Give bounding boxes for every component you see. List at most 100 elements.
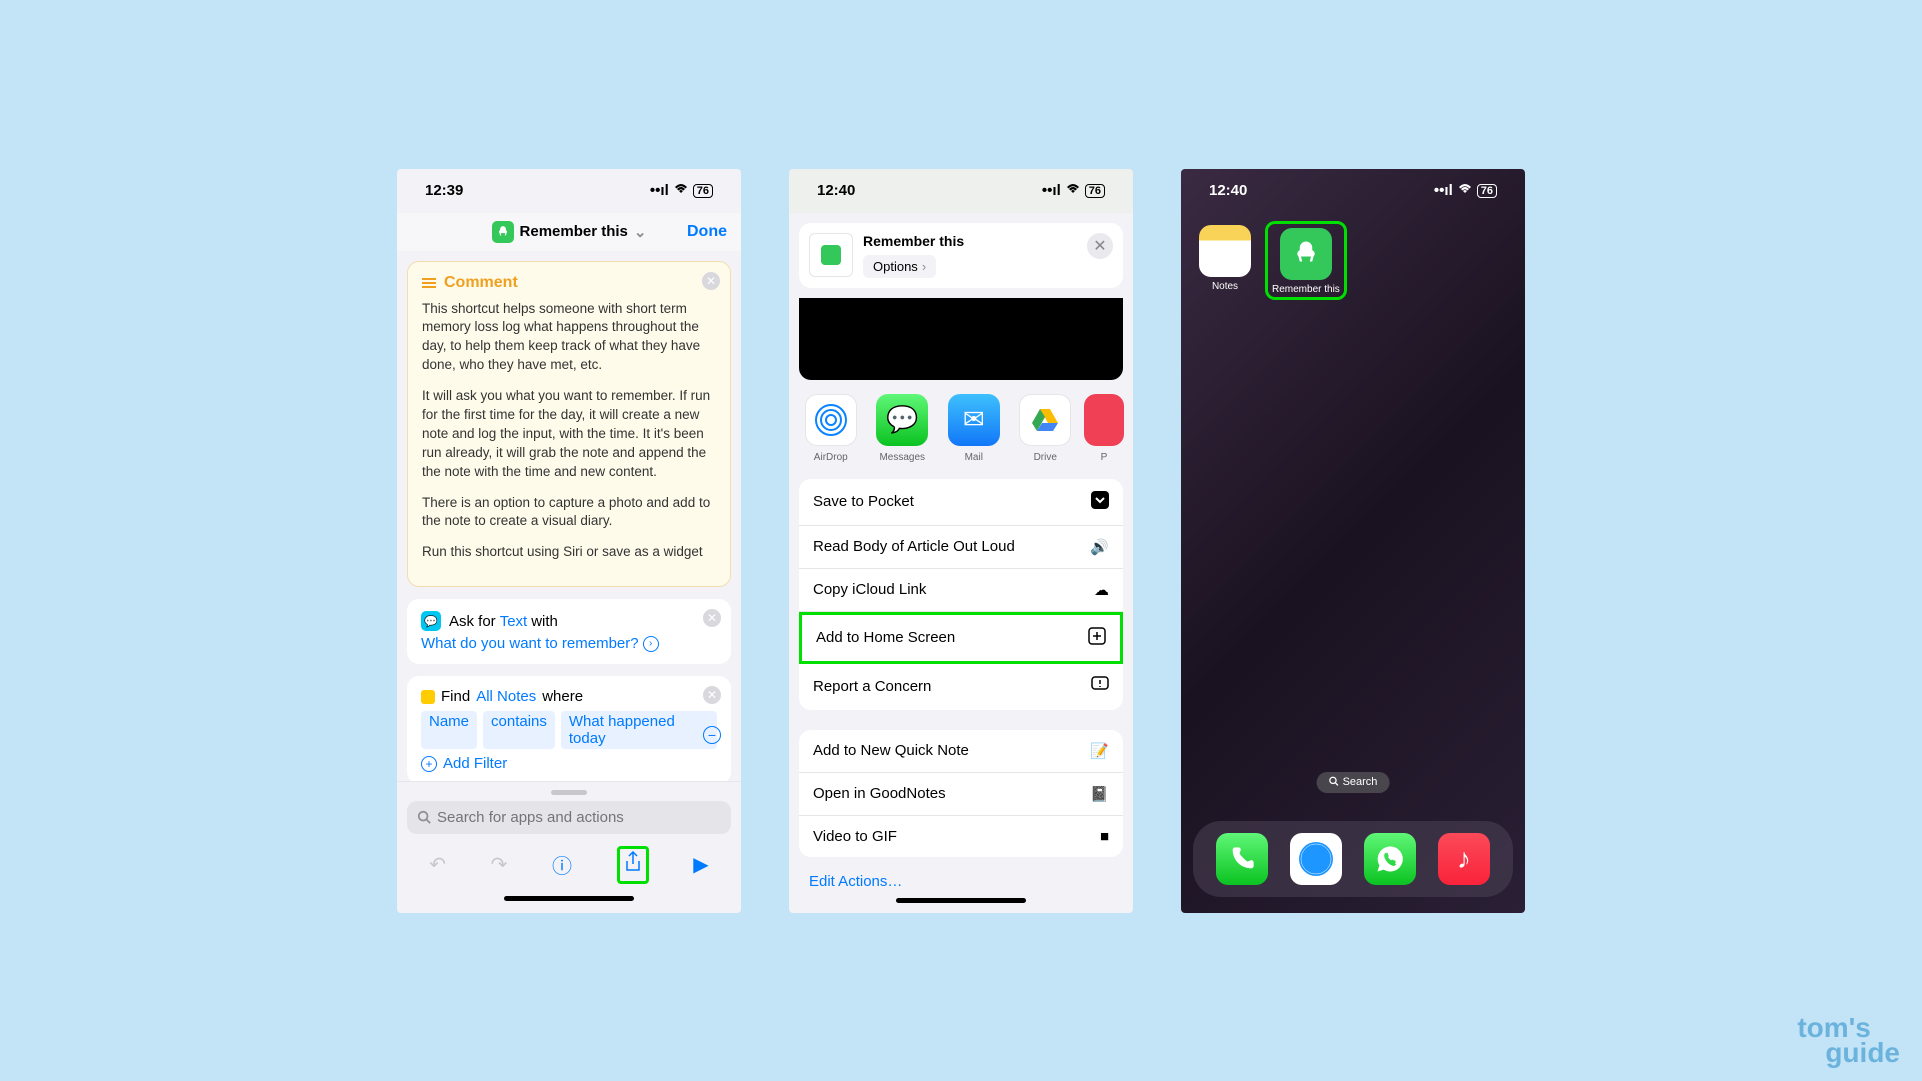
expand-icon[interactable]: › <box>643 636 659 652</box>
note-icon: 📝 <box>1090 742 1109 760</box>
play-icon[interactable]: ▶ <box>693 852 708 877</box>
find-notes-block[interactable]: Find All Notes where ✕ Name contains Wha… <box>407 676 731 784</box>
app-remember-this[interactable]: Remember this <box>1272 228 1340 295</box>
share-title: Remember this <box>863 233 964 249</box>
dock-phone[interactable] <box>1216 833 1268 885</box>
share-app-mail[interactable]: ✉ Mail <box>946 394 1002 463</box>
add-filter-button[interactable]: + Add Filter <box>421 755 717 772</box>
home-apps-row: Notes Remember this <box>1181 213 1525 308</box>
action-read-aloud[interactable]: Read Body of Article Out Loud 🔊 <box>799 526 1123 569</box>
share-app-row[interactable]: AirDrop 💬 Messages ✉ Mail Drive P <box>789 380 1133 469</box>
app-label: Messages <box>879 452 925 463</box>
redo-icon[interactable]: ↷ <box>491 852 508 877</box>
find-where: where <box>542 688 583 705</box>
dock-safari[interactable] <box>1290 833 1342 885</box>
share-icon[interactable] <box>624 856 642 878</box>
comment-paragraph: Run this shortcut using Siri or save as … <box>422 543 716 562</box>
airdrop-icon <box>805 394 857 446</box>
shortcut-brain-icon <box>492 221 514 243</box>
action-copy-icloud-link[interactable]: Copy iCloud Link ☁ <box>799 569 1123 612</box>
notes-icon <box>1199 225 1251 277</box>
report-icon <box>1091 676 1109 698</box>
undo-icon[interactable]: ↶ <box>429 852 446 877</box>
status-bar: 12:40 ••ıl 76 <box>789 169 1133 213</box>
share-app-drive[interactable]: Drive <box>1018 394 1074 463</box>
spotlight-search[interactable]: Search <box>1317 772 1390 793</box>
share-app-messages[interactable]: 💬 Messages <box>875 394 931 463</box>
search-icon <box>417 810 431 829</box>
wifi-icon <box>1065 182 1081 199</box>
phone-home-screen: 12:40 ••ıl 76 Notes Remember this Sear <box>1181 169 1525 913</box>
info-icon[interactable]: ⓘ <box>552 850 572 879</box>
shortcut-title: Remember this <box>520 223 628 240</box>
status-indicators: ••ıl 76 <box>1434 182 1497 199</box>
chevron-right-icon: › <box>922 259 926 274</box>
find-label: Find <box>441 688 470 705</box>
share-app-pocket[interactable]: P <box>1089 394 1119 463</box>
search-icon <box>1329 776 1339 789</box>
pocket-icon <box>1084 394 1124 446</box>
drive-icon <box>1019 394 1071 446</box>
close-icon[interactable]: ✕ <box>702 272 720 290</box>
close-icon[interactable]: ✕ <box>703 686 721 704</box>
share-actions-list: Save to Pocket Read Body of Article Out … <box>799 479 1123 710</box>
find-source[interactable]: All Notes <box>476 688 536 705</box>
action-add-to-home-screen[interactable]: Add to Home Screen <box>799 612 1123 664</box>
comment-paragraph: There is an option to capture a photo an… <box>422 494 716 532</box>
add-square-icon <box>1088 627 1106 649</box>
battery-icon: 76 <box>1085 184 1105 198</box>
comment-label: Comment <box>444 274 518 292</box>
app-label: Drive <box>1034 452 1057 463</box>
app-label: Notes <box>1212 281 1238 292</box>
remove-filter-icon[interactable]: − <box>703 726 721 744</box>
battery-icon: 76 <box>693 184 713 198</box>
done-button[interactable]: Done <box>687 223 727 241</box>
notes-icon <box>421 690 435 704</box>
signal-icon: ••ıl <box>1042 182 1061 199</box>
ask-type[interactable]: Text <box>500 613 528 630</box>
options-button[interactable]: Options › <box>863 255 936 278</box>
status-time: 12:40 <box>817 182 855 199</box>
filter-value[interactable]: What happened today <box>561 711 717 749</box>
app-label: Remember this <box>1272 284 1340 295</box>
app-label: P <box>1101 452 1108 463</box>
action-report-concern[interactable]: Report a Concern <box>799 664 1123 710</box>
status-indicators: ••ıl 76 <box>650 182 713 199</box>
status-indicators: ••ıl 76 <box>1042 182 1105 199</box>
share-thumbnail <box>809 233 853 277</box>
home-indicator[interactable] <box>504 896 634 901</box>
search-sheet[interactable]: ↶ ↷ ⓘ ▶ <box>397 781 741 913</box>
action-video-gif[interactable]: Video to GIF ■ <box>799 816 1123 857</box>
mail-icon: ✉ <box>948 394 1000 446</box>
action-save-pocket[interactable]: Save to Pocket <box>799 479 1123 526</box>
action-quick-note[interactable]: Add to New Quick Note 📝 <box>799 730 1123 773</box>
dock-whatsapp[interactable] <box>1364 833 1416 885</box>
editor-toolbar: ↶ ↷ ⓘ ▶ <box>407 834 731 892</box>
share-header: Remember this Options › ✕ <box>799 223 1123 288</box>
remember-this-icon <box>1280 228 1332 280</box>
plus-icon: + <box>421 756 437 772</box>
filter-field[interactable]: Name <box>421 711 477 749</box>
video-icon: ■ <box>1100 828 1109 845</box>
chevron-down-icon[interactable]: ⌄ <box>634 223 647 241</box>
search-input[interactable] <box>407 801 731 834</box>
close-icon[interactable]: ✕ <box>703 609 721 627</box>
app-label: AirDrop <box>814 452 848 463</box>
action-goodnotes[interactable]: Open in GoodNotes 📓 <box>799 773 1123 816</box>
signal-icon: ••ıl <box>650 182 669 199</box>
sheet-grabber[interactable] <box>551 790 587 795</box>
dock: ♪ <box>1193 821 1513 897</box>
wifi-icon <box>1457 182 1473 199</box>
close-icon[interactable]: ✕ <box>1087 233 1113 259</box>
pocket-small-icon <box>1091 491 1109 513</box>
battery-icon: 76 <box>1477 184 1497 198</box>
filter-operator[interactable]: contains <box>483 711 555 749</box>
ask-prompt[interactable]: What do you want to remember? <box>421 635 639 652</box>
highlight-box: Remember this <box>1265 221 1347 300</box>
share-app-airdrop[interactable]: AirDrop <box>803 394 859 463</box>
home-indicator[interactable] <box>896 898 1026 903</box>
ask-for-input-block[interactable]: 💬 Ask for Text with What do you want to … <box>407 599 731 664</box>
app-label: Mail <box>965 452 983 463</box>
dock-music[interactable]: ♪ <box>1438 833 1490 885</box>
app-notes[interactable]: Notes <box>1199 225 1251 296</box>
